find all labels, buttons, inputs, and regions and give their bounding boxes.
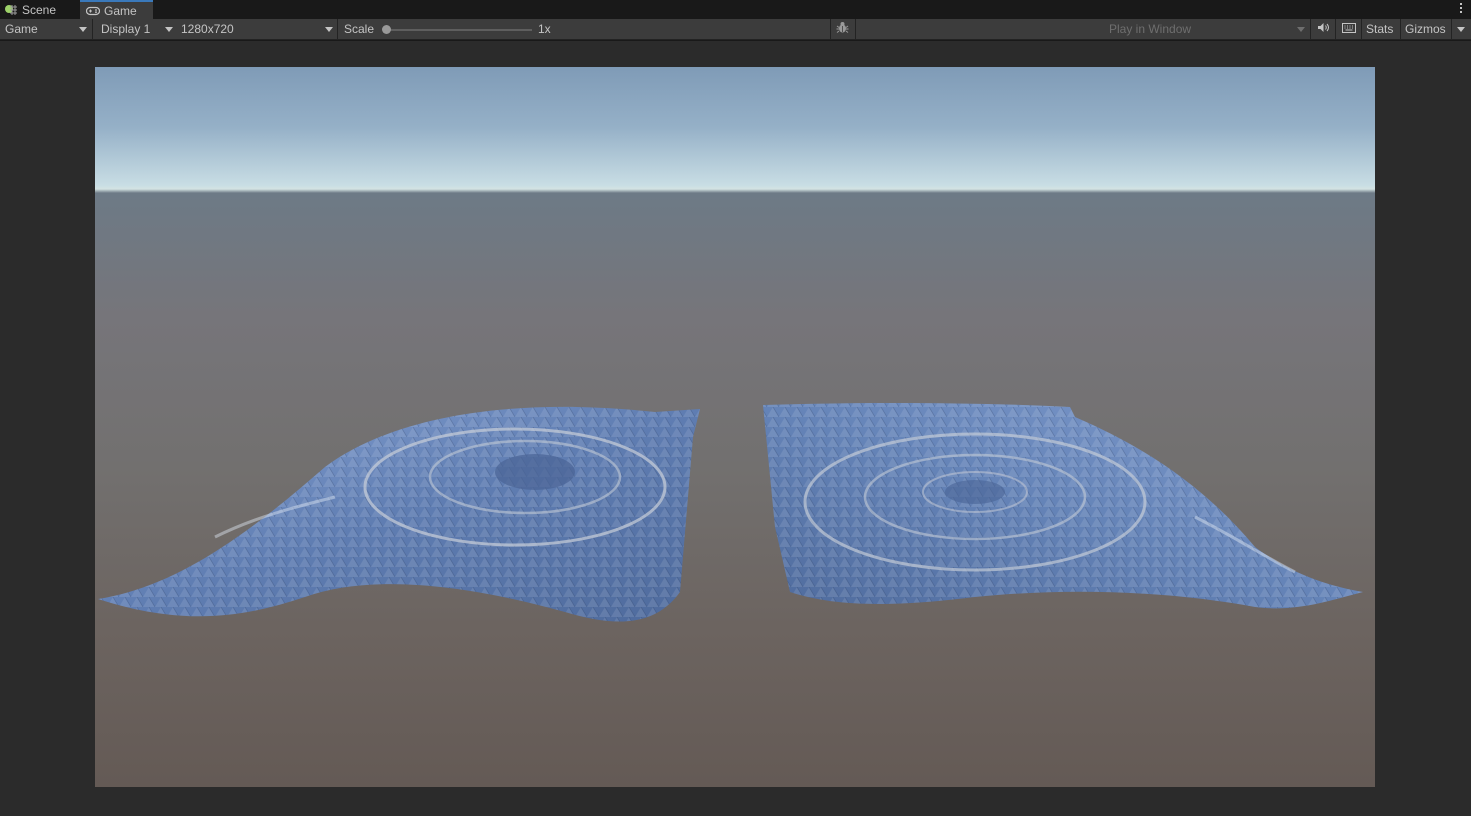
debug-button[interactable]	[834, 19, 850, 39]
play-mode-select[interactable]: Play in Window	[1109, 19, 1191, 39]
game-viewport[interactable]	[95, 67, 1375, 787]
tab-scene[interactable]: Scene	[0, 0, 79, 19]
mute-audio-button[interactable]	[1315, 19, 1331, 39]
tab-bar: Scene Game	[0, 0, 1471, 19]
kebab-menu-icon[interactable]	[1459, 3, 1463, 15]
scale-label: Scale	[344, 19, 374, 39]
view-select-chevron-down-icon	[79, 27, 87, 32]
right-terrain-mesh	[763, 402, 1363, 609]
scale-value-text: 1x	[538, 22, 551, 36]
tab-game[interactable]: Game	[80, 0, 153, 19]
scale-value: 1x	[538, 19, 551, 39]
stats-button-label: Stats	[1366, 22, 1394, 36]
display-select[interactable]: Display 1	[101, 19, 150, 39]
resolution-select[interactable]: 1280x720	[181, 19, 234, 39]
divider	[855, 19, 856, 39]
resolution-select-chevron-down-icon	[325, 27, 333, 32]
scale-slider-thumb[interactable]	[382, 25, 391, 34]
view-select-value: Game	[5, 22, 38, 36]
gamepad-icon	[85, 5, 101, 17]
speaker-icon	[1317, 22, 1330, 36]
game-window: Scene Game Game Display 1 1280x720 Scale…	[0, 0, 1471, 816]
shortcuts-button[interactable]	[1340, 19, 1358, 39]
tab-game-label: Game	[104, 3, 137, 18]
divider	[1451, 19, 1452, 39]
divider	[1310, 19, 1311, 39]
divider	[1335, 19, 1336, 39]
tab-scene-label: Scene	[22, 2, 57, 17]
bug-icon	[836, 21, 849, 37]
divider	[92, 19, 93, 39]
view-select[interactable]: Game	[5, 19, 38, 39]
scene-grid-icon	[4, 4, 18, 16]
left-terrain-mesh	[98, 406, 700, 622]
divider	[337, 19, 338, 39]
play-mode-select-value: Play in Window	[1109, 22, 1192, 36]
divider	[1400, 19, 1401, 39]
divider	[1361, 19, 1362, 39]
display-select-chevron-down-icon	[165, 27, 173, 32]
gizmos-button[interactable]: Gizmos	[1405, 19, 1446, 39]
scale-label-text: Scale	[344, 22, 375, 36]
stats-button[interactable]: Stats	[1366, 19, 1393, 39]
rendered-scene	[98, 402, 1363, 622]
divider	[830, 19, 831, 39]
resolution-select-value: 1280x720	[181, 22, 234, 36]
play-mode-chevron-down-icon	[1297, 27, 1305, 32]
display-select-value: Display 1	[101, 22, 151, 36]
gizmos-chevron-down-icon[interactable]	[1457, 27, 1465, 32]
scale-slider-track[interactable]	[386, 29, 532, 31]
gizmos-button-label: Gizmos	[1405, 22, 1446, 36]
keyboard-icon	[1342, 22, 1356, 36]
